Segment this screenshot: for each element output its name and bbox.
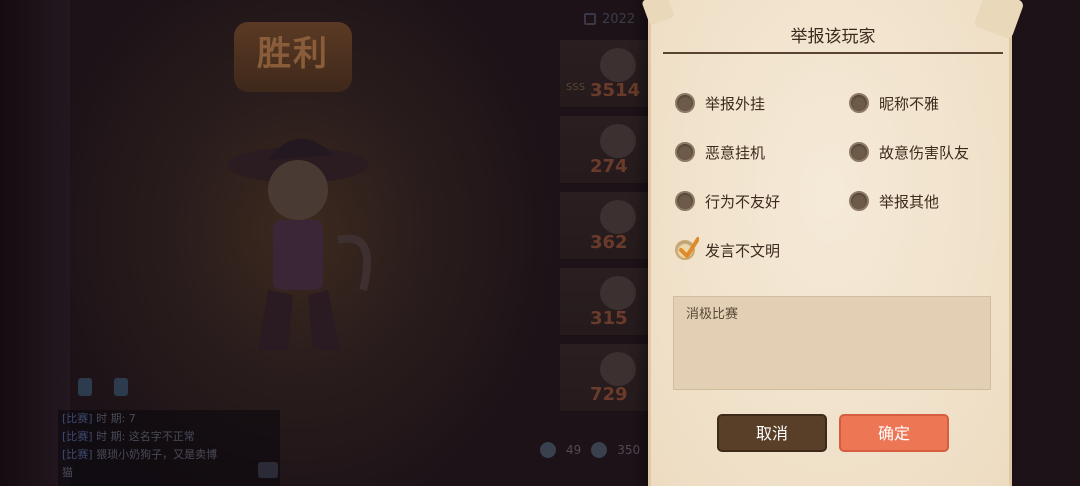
rank-badge: SSS [566, 82, 586, 93]
score-list: SSS 3514 274 362 315 729 [560, 40, 660, 420]
date-text: 2022 [602, 11, 636, 27]
chat-tag: [比赛] [62, 448, 93, 461]
player-score: 274 [590, 156, 628, 177]
victory-emblem: 胜利 [234, 22, 352, 92]
option-label: 恶意挂机 [705, 143, 766, 162]
chat-tag: [比赛] [62, 412, 93, 425]
chat-text: 时 期: 这名字不正常 [96, 430, 195, 443]
radio-button[interactable] [675, 142, 695, 162]
checkmark-icon [679, 237, 699, 258]
option-afk[interactable]: 恶意挂机 [675, 137, 765, 167]
cancel-button[interactable]: 取消 [717, 414, 827, 452]
radio-button[interactable] [675, 191, 695, 211]
option-uncivil-speech[interactable]: 发言不文明 [675, 235, 780, 265]
option-label: 昵称不雅 [879, 94, 940, 113]
option-label: 举报其他 [879, 192, 940, 211]
option-cheating[interactable]: 举报外挂 [675, 88, 765, 118]
player-score-card: 315 [560, 268, 660, 336]
cheese-icon [591, 442, 608, 458]
microphone-icon[interactable] [114, 378, 128, 396]
speaker-icon[interactable] [78, 378, 92, 396]
player-score-card: 362 [560, 192, 660, 260]
player-avatar [600, 200, 636, 234]
report-comment-textarea[interactable]: 消极比赛 [673, 296, 991, 390]
report-dialog: 举报该玩家 举报外挂 昵称不雅 恶意挂机 故意伤害队友 行为不友好 举报其他 发… [641, 0, 1025, 486]
option-unfriendly-behavior[interactable]: 行为不友好 [675, 186, 780, 216]
option-other[interactable]: 举报其他 [849, 186, 939, 216]
option-label: 故意伤害队友 [879, 143, 970, 162]
player-score: 315 [590, 308, 628, 329]
voice-controls [72, 372, 142, 402]
chat-line: [比赛] 猥琐小奶狗子，又是卖博 [58, 446, 280, 464]
player-score-card: 274 [560, 116, 660, 184]
chat-text: 时 期: 7 [96, 412, 136, 425]
player-avatar [600, 352, 636, 386]
option-harming-teammates[interactable]: 故意伤害队友 [849, 137, 969, 167]
player-score: 3514 [590, 80, 641, 101]
chat-line: [比赛] 时 期: 这名字不正常 [58, 428, 280, 446]
dialog-title: 举报该玩家 [663, 22, 1003, 54]
radio-button[interactable] [849, 93, 869, 113]
option-label: 发言不文明 [705, 241, 781, 260]
chat-text: 猫 [62, 466, 73, 479]
chat-text: 猥琐小奶狗子，又是卖博 [96, 448, 218, 461]
option-label: 举报外挂 [705, 94, 766, 113]
player-avatar [600, 48, 636, 82]
radio-button[interactable] [849, 191, 869, 211]
chat-line: 猫 [58, 464, 280, 482]
radio-button[interactable] [849, 142, 869, 162]
option-label: 行为不友好 [705, 192, 781, 211]
player-score: 362 [590, 232, 628, 253]
chat-bubble-icon[interactable] [258, 462, 278, 478]
player-score-card: SSS 3514 [560, 40, 660, 108]
chat-tag: [比赛] [62, 430, 93, 443]
player-score-card: 729 [560, 344, 660, 412]
player-avatar [600, 276, 636, 310]
option-inappropriate-nickname[interactable]: 昵称不雅 [849, 88, 939, 118]
coin-icon [540, 442, 556, 458]
character-avatar [228, 138, 372, 350]
chat-panel: [比赛] 时 期: 7 [比赛] 时 期: 这名字不正常 [比赛] 猥琐小奶狗子… [58, 410, 280, 486]
player-avatar [600, 124, 636, 158]
radio-button[interactable] [675, 93, 695, 113]
player-score: 729 [590, 384, 628, 405]
coin-count: 49 [566, 443, 582, 457]
radio-button-checked[interactable] [675, 237, 699, 260]
bottom-stats: 49 350 [540, 440, 660, 460]
calendar-icon [584, 13, 596, 25]
confirm-button[interactable]: 确定 [839, 414, 949, 452]
chat-line: [比赛] 时 期: 7 [58, 410, 280, 428]
cheese-count: 350 [617, 443, 641, 457]
